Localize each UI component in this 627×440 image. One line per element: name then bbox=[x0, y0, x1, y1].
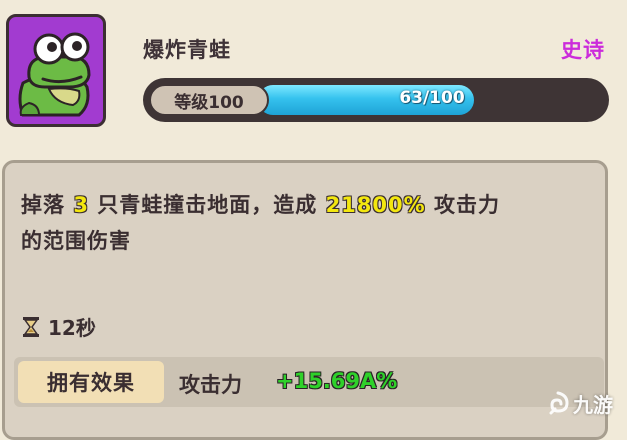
effect-stat-name: 攻击力 bbox=[179, 373, 242, 397]
description-text: 掉落 bbox=[21, 193, 65, 217]
hourglass-icon bbox=[23, 316, 39, 337]
cooldown: 12秒 bbox=[22, 312, 96, 341]
rarity-label: 史诗 bbox=[561, 38, 605, 62]
owned-effect-row: 拥有效果 攻击力 +15.69A% bbox=[14, 357, 604, 407]
level-progress-bar: 等级100 63/100 bbox=[143, 78, 609, 122]
progress-text: 63/100 bbox=[399, 88, 465, 108]
description-line-2: 的范围伤害 bbox=[21, 229, 131, 253]
skill-name: 爆炸青蛙 bbox=[143, 38, 231, 62]
frog-icon bbox=[18, 32, 91, 117]
level-badge: 等级100 bbox=[149, 84, 269, 116]
description-text: 只青蛙撞击地面，造成 bbox=[97, 193, 318, 217]
damage-percent: 21800% bbox=[325, 193, 426, 217]
cooldown-text: 12秒 bbox=[48, 316, 96, 340]
frog-count: 3 bbox=[73, 193, 89, 217]
watermark: 九游 bbox=[545, 389, 613, 418]
skill-icon-frame bbox=[6, 14, 106, 127]
description-text: 攻击力 bbox=[433, 193, 500, 217]
effect-stat-value: +15.69A% bbox=[276, 369, 398, 393]
swirl-logo-icon bbox=[549, 391, 569, 414]
watermark-text: 九游 bbox=[573, 393, 613, 417]
owned-effect-label: 拥有效果 bbox=[18, 361, 164, 403]
description-line-1: 掉落 3 只青蛙撞击地面，造成 21800% 攻击力 bbox=[21, 189, 500, 219]
